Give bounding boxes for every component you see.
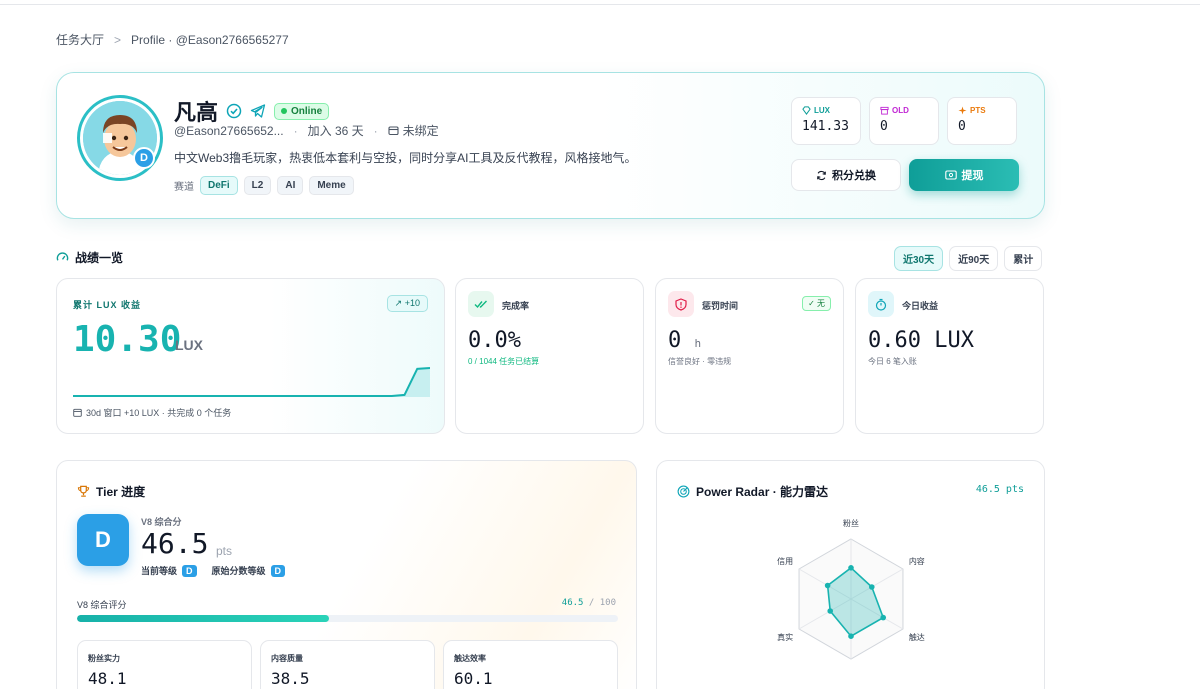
sub-score-followers: 粉丝实力 48.1 xyxy=(77,640,252,689)
verified-icon xyxy=(226,103,242,119)
track-tags: 赛道 DeFi L2 AI Meme xyxy=(174,176,354,195)
avatar[interactable] xyxy=(77,95,163,181)
lux-earnings-label: 累计 LUX 收益 xyxy=(73,300,142,310)
withdraw-button[interactable]: 提现 xyxy=(909,159,1019,191)
binding-status[interactable]: 未绑定 xyxy=(403,122,439,139)
radar-axis-label: 触达 xyxy=(909,632,925,642)
sparkline-line xyxy=(73,367,430,397)
online-dot-icon xyxy=(281,108,288,114)
balance-pts: PTS 0 xyxy=(947,97,1017,145)
double-check-icon xyxy=(468,291,494,317)
penalty-label: 惩罚时间 xyxy=(702,301,739,311)
chevron-right-icon: > xyxy=(114,32,122,47)
today-earnings-card: 今日收益 0.60 LUX 今日 6 笔入账 xyxy=(855,278,1044,434)
tier-letter-badge: D xyxy=(77,514,129,566)
penalty-status-badge: ✓ 无 xyxy=(802,296,831,311)
tab-90d[interactable]: 近90天 xyxy=(949,246,999,271)
tab-all[interactable]: 累计 xyxy=(1004,246,1043,271)
diamond-icon xyxy=(802,106,811,115)
penalty-time-card: 惩罚时间 ✓ 无 0 h 信誉良好 · 零违规 xyxy=(655,278,844,434)
tier-progress-card: Tier 进度 D V8 综合分 46.5 pts 当前等级 D 原始分数等级 … xyxy=(56,460,637,689)
breadcrumb-current: Profile · @Eason2766565277 xyxy=(131,32,289,47)
completion-rate-card: 完成率 0.0% 0 / 1044 任务已结算 xyxy=(455,278,644,434)
profile-card: D 凡高 Online @Eason27665652... · 加入 36 天 … xyxy=(56,72,1045,219)
tag-defi[interactable]: DeFi xyxy=(200,176,238,195)
radar-point xyxy=(868,584,875,590)
track-label: 赛道 xyxy=(174,182,194,193)
power-radar-card: Power Radar · 能力雷达 46.5 pts 粉丝 内容 触达 真实 信用 xyxy=(656,460,1045,689)
lux-earnings-value: 10.30 xyxy=(73,319,182,360)
cash-icon xyxy=(944,170,957,180)
today-label: 今日收益 xyxy=(902,301,939,311)
tag-ai[interactable]: AI xyxy=(277,176,304,195)
v8-progress-label: V8 综合评分 xyxy=(77,600,127,610)
penalty-sub: 信誉良好 · 零违规 xyxy=(668,357,732,366)
performance-section-title: 战绩一览 xyxy=(56,249,123,266)
range-tabs: 近30天 近90天 累计 xyxy=(894,246,1043,271)
sparkline-area xyxy=(73,368,430,397)
radar-point xyxy=(827,608,834,614)
breadcrumb-root[interactable]: 任务大厅 xyxy=(56,31,104,48)
v8-score-value: 46.5 xyxy=(141,527,209,560)
refresh-icon xyxy=(817,170,826,180)
completion-label: 完成率 xyxy=(502,301,530,311)
tab-30d[interactable]: 近30天 xyxy=(894,246,944,271)
v8-progress-value: 46.5 / 100 xyxy=(561,598,616,608)
radar-point xyxy=(848,633,854,639)
tag-meme[interactable]: Meme xyxy=(309,176,354,195)
tier-levels: 当前等级 D 原始分数等级 D xyxy=(141,564,295,577)
penalty-value: 0 h xyxy=(668,328,702,353)
radar-point xyxy=(848,565,854,571)
tag-l2[interactable]: L2 xyxy=(243,176,272,195)
sub-score-reach: 触达效率 60.1 xyxy=(443,640,618,689)
radar-point xyxy=(880,614,887,621)
radar-axis-label: 内容 xyxy=(909,556,925,566)
points-exchange-button[interactable]: 积分兑换 xyxy=(791,159,901,191)
today-value: 0.60 LUX xyxy=(868,328,974,353)
raw-level-chip: D xyxy=(270,564,286,577)
lux-earnings-card: 累计 LUX 收益 ↗ +10 10.30 LUX 30d 窗口 +10 LUX… xyxy=(56,278,445,434)
lux-trend-sparkline xyxy=(73,367,430,397)
current-level-chip: D xyxy=(182,564,197,577)
radar-axis-label: 粉丝 xyxy=(843,518,859,528)
today-sub: 今日 6 笔入账 xyxy=(868,357,917,366)
balance-old: OLD 0 xyxy=(869,97,939,145)
top-divider xyxy=(0,0,1200,5)
tier-badge: D xyxy=(133,147,155,169)
calendar-icon xyxy=(73,408,82,417)
stopwatch-icon xyxy=(868,291,894,317)
lux-earnings-footer: 30d 窗口 +10 LUX · 共完成 0 个任务 xyxy=(73,406,231,419)
radar-chart: 粉丝内容触达 真实 信用 xyxy=(777,518,925,660)
radar-point xyxy=(824,582,831,589)
join-days: 加入 36 天 xyxy=(307,124,364,138)
profile-handle[interactable]: @Eason27665652... xyxy=(174,124,284,138)
balance-lux: LUX 141.33 xyxy=(791,97,861,145)
completion-value: 0.0% xyxy=(468,328,521,353)
v8-score-unit: pts xyxy=(216,544,233,558)
v8-progress-bar xyxy=(77,615,618,622)
lux-earnings-unit: LUX xyxy=(175,337,203,353)
radar-axis-label: 真实 xyxy=(777,632,793,642)
shield-alert-icon xyxy=(668,291,694,317)
radar-axis-label: 信用 xyxy=(777,556,793,566)
sparkle-icon xyxy=(958,106,967,115)
gauge-icon xyxy=(56,252,69,261)
profile-meta: @Eason27665652... · 加入 36 天 · 未绑定 xyxy=(174,122,439,139)
archive-icon xyxy=(880,106,889,115)
tier-title: Tier 进度 xyxy=(77,483,145,500)
sub-score-content: 内容质量 38.5 xyxy=(260,640,435,689)
completion-sub: 0 / 1044 任务已结算 xyxy=(468,357,540,366)
wallet-icon xyxy=(388,126,399,136)
trophy-icon xyxy=(77,485,90,497)
status-badge: Online xyxy=(274,102,330,120)
profile-bio: 中文Web3撸毛玩家，热衷低本套利与空投，同时分享AI工具及反代教程，风格接地气… xyxy=(174,151,637,165)
v8-progress-fill xyxy=(77,615,329,622)
lux-delta-badge: ↗ +10 xyxy=(386,295,428,312)
breadcrumb: 任务大厅 > Profile · @Eason2766565277 xyxy=(56,31,289,48)
telegram-icon[interactable] xyxy=(250,103,266,119)
